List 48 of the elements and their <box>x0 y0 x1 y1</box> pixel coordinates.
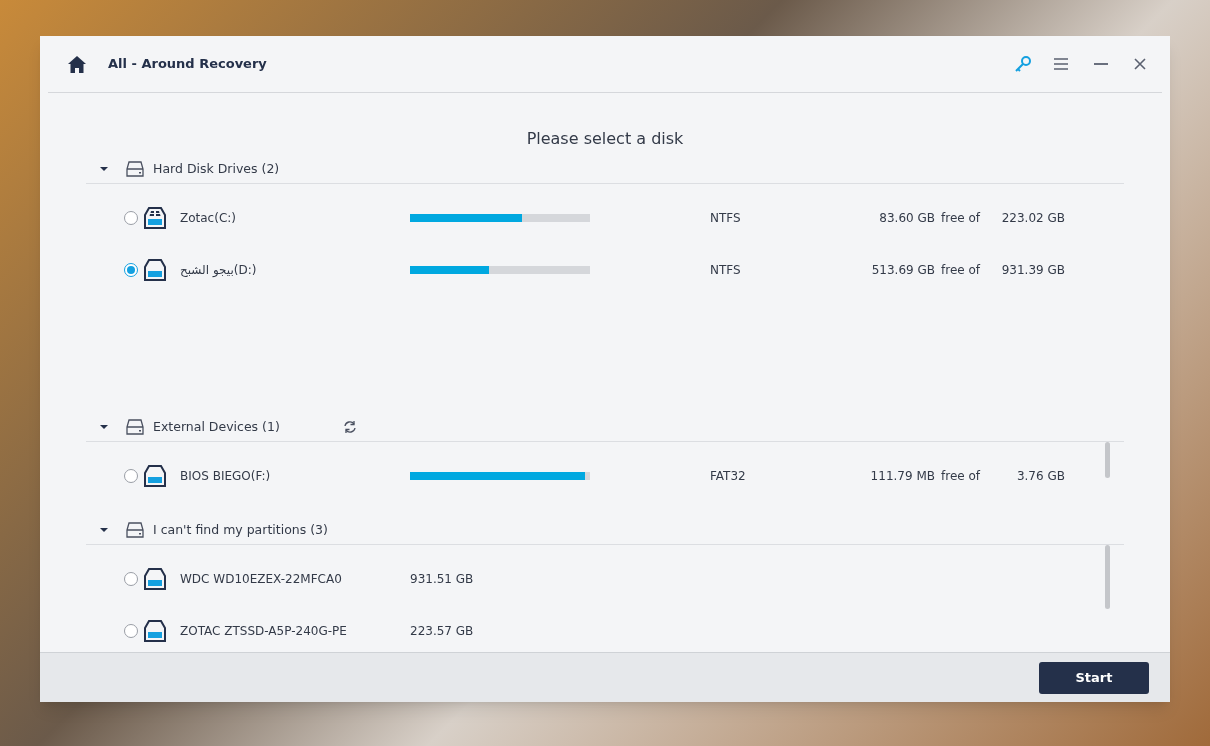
drive-icon <box>143 619 167 643</box>
chevron-down-icon[interactable] <box>100 166 108 172</box>
drive-icon <box>143 567 167 591</box>
drive-name: WDC WD10EZEX-22MFCA0 <box>180 571 343 588</box>
disk-size: 931.51 GB <box>410 571 474 588</box>
file-system: FAT32 <box>710 468 747 485</box>
menu-icon[interactable] <box>1054 58 1068 70</box>
drive-name: BIOS BIEGO(F:) <box>180 468 272 485</box>
radio-button[interactable] <box>124 572 138 586</box>
drive-name: بيجو الشبح(D:) <box>180 262 258 279</box>
hard-drive-icon <box>126 522 144 538</box>
total-size: 3.76 GB <box>1015 468 1065 485</box>
key-icon[interactable] <box>1014 55 1032 73</box>
free-of-label: free of <box>941 210 982 227</box>
file-system: NTFS <box>710 262 742 279</box>
home-icon[interactable] <box>68 55 86 73</box>
radio-button[interactable] <box>124 624 138 638</box>
scrollbar[interactable] <box>1105 442 1110 478</box>
total-size: 931.39 GB <box>1000 262 1065 279</box>
hard-drive-icon <box>126 419 144 435</box>
drive-name: ZOTAC ZTSSD-A5P-240G-PE <box>180 623 348 640</box>
section-title: Hard Disk Drives (2) <box>153 159 281 178</box>
close-icon[interactable] <box>1134 58 1146 70</box>
total-size: 223.02 GB <box>1000 210 1065 227</box>
free-of-label: free of <box>941 468 982 485</box>
radio-button[interactable] <box>124 469 138 483</box>
page-heading: Please select a disk <box>526 128 684 150</box>
chevron-down-icon[interactable] <box>100 424 108 430</box>
free-of-label: free of <box>941 262 982 279</box>
radio-button[interactable] <box>124 263 138 277</box>
free-space: 111.79 MB <box>869 468 935 485</box>
start-button[interactable]: Start <box>1039 661 1149 694</box>
drive-icon <box>143 258 167 282</box>
disk-size: 223.57 GB <box>410 623 474 640</box>
refresh-icon[interactable] <box>343 420 357 434</box>
file-system: NTFS <box>710 210 742 227</box>
windows-drive-icon <box>143 206 167 230</box>
radio-button[interactable] <box>124 211 138 225</box>
section-title: External Devices (1) <box>153 417 281 436</box>
scrollbar[interactable] <box>1105 545 1110 609</box>
hard-drive-icon <box>126 161 144 177</box>
window-title: All - Around Recovery <box>108 55 267 74</box>
free-space: 83.60 GB <box>878 210 935 227</box>
drive-icon <box>143 464 167 488</box>
free-space: 513.69 GB <box>870 262 935 279</box>
drive-name: Zotac(C:) <box>180 210 237 227</box>
section-title: I can't find my partitions (3) <box>153 520 329 539</box>
chevron-down-icon[interactable] <box>100 527 108 533</box>
